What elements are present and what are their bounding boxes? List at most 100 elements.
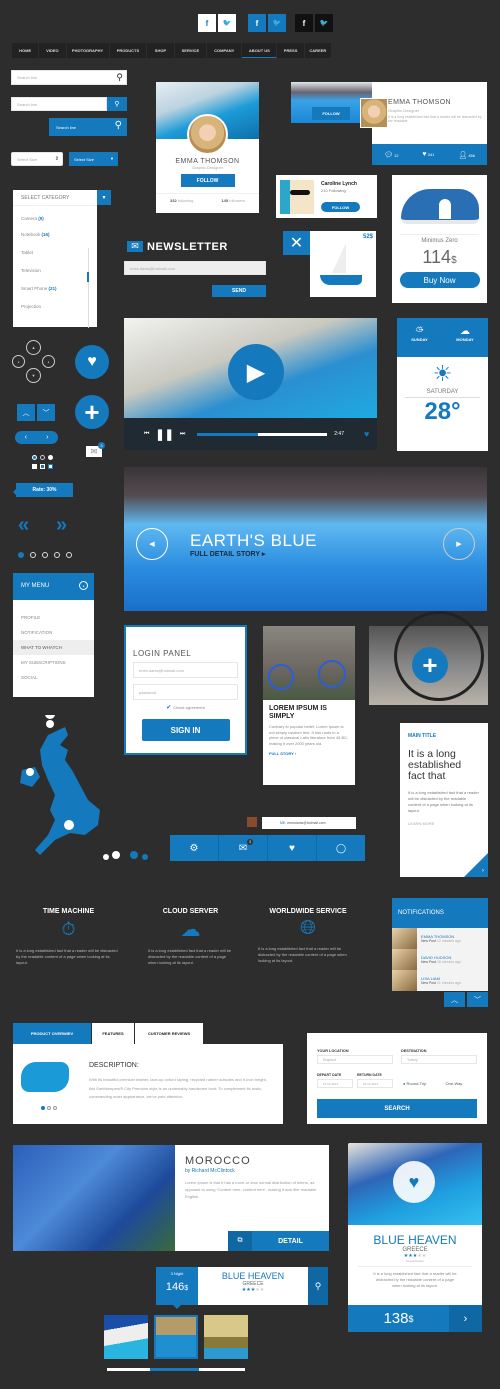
follow-button[interactable]: FOLLOW <box>321 202 360 212</box>
search-input-3[interactable]: Search line ⚲ <box>49 118 127 136</box>
favorite-button[interactable]: ♥ <box>268 835 317 861</box>
notif-up-button[interactable]: ︿ <box>444 992 465 1007</box>
checkbox[interactable] <box>32 464 37 469</box>
thumbnail-active[interactable] <box>154 1315 198 1359</box>
search-input-1[interactable]: Search line ⚲ <box>11 70 127 85</box>
newsletter-email[interactable]: enes.danis@hotmail.com <box>124 261 266 275</box>
play-button[interactable]: ▶ <box>228 344 284 400</box>
nav-about-us[interactable]: ABOUT US <box>242 43 278 58</box>
dot[interactable] <box>47 1106 51 1110</box>
thumbnail[interactable] <box>204 1315 248 1359</box>
nav-press[interactable]: PRESS <box>277 43 305 58</box>
category-item[interactable]: Tablet <box>13 244 97 262</box>
heart-icon[interactable]: ♥ <box>364 429 369 439</box>
learn-more-link[interactable]: LEARN MORE <box>408 821 480 826</box>
flight-search-button[interactable]: SEARCH <box>317 1099 477 1118</box>
password-input[interactable]: password <box>133 684 238 700</box>
double-right-icon[interactable]: » <box>56 514 67 537</box>
map-pin-icon[interactable] <box>46 720 54 728</box>
notification-item[interactable]: EMMA THOMSON New Post 12 minutes ago <box>392 928 488 949</box>
likes-button[interactable]: ♥ 341 <box>422 151 434 158</box>
comments-button[interactable]: 💬︎ 12 <box>384 151 398 159</box>
scrollbar-thumb[interactable] <box>87 272 89 282</box>
pagination-dot[interactable] <box>54 552 60 558</box>
pause-icon[interactable]: ❚❚ <box>155 428 173 441</box>
category-item[interactable]: Television <box>13 262 97 280</box>
search-button[interactable]: ⚲ <box>107 97 127 111</box>
notification-item[interactable]: DAVID HUDSON New Post 18 minutes ago <box>392 949 488 970</box>
detail-button[interactable]: DETAIL <box>252 1231 329 1251</box>
pagination-dot[interactable] <box>42 552 48 558</box>
nav-photography[interactable]: PHOTOGRAPHY <box>67 43 110 58</box>
nav-home[interactable]: HOME <box>12 43 40 58</box>
settings-button[interactable]: ⚙ <box>170 835 219 861</box>
nav-products[interactable]: PRODUCTS <box>110 43 148 58</box>
corner-arrow-button[interactable] <box>464 853 488 877</box>
search-input-2[interactable]: Search line <box>11 97 107 111</box>
radio-checked[interactable] <box>32 455 37 460</box>
map-pin-icon[interactable] <box>142 854 148 860</box>
favorite-button[interactable]: ♥ <box>393 1161 435 1203</box>
full-story-link[interactable]: FULL STORY › <box>263 749 355 758</box>
thumbnail[interactable] <box>104 1315 148 1359</box>
tab-product-overview[interactable]: PRODUCT OVERWIEV <box>13 1023 91 1044</box>
notif-down-button[interactable]: ﹀ <box>467 992 488 1007</box>
search-icon[interactable]: ⚲ <box>116 72 123 83</box>
buy-now-button[interactable]: Buy Now <box>399 272 480 288</box>
slider-next[interactable]: ▶ <box>443 528 475 560</box>
down-button[interactable]: ﹀ <box>37 404 55 421</box>
radio-check[interactable] <box>48 455 53 460</box>
close-button[interactable]: ✕ <box>283 231 310 255</box>
nav-career[interactable]: CAREER <box>305 43 332 58</box>
category-item[interactable]: Camera (9) <box>13 211 97 226</box>
map-pin-icon[interactable] <box>112 851 120 859</box>
dpad-up[interactable]: ▲ <box>26 340 41 355</box>
forecast-sunday[interactable]: ⛅︎ SUNDAY <box>411 326 428 357</box>
size-select-blue[interactable]: Select Size ▼ <box>69 152 118 166</box>
carousel-scrollbar[interactable] <box>107 1368 245 1371</box>
checkbox-checked[interactable] <box>48 464 53 469</box>
followers-button[interactable]: 👤︎ 456 <box>458 151 475 159</box>
category-dropdown[interactable]: SELECT CATEGORY Camera (9) Notebook (16)… <box>13 190 97 328</box>
category-toggle[interactable]: ▼ <box>97 190 111 205</box>
map-pin-icon[interactable] <box>45 715 55 719</box>
twitter-button-white[interactable]: 🐦 <box>218 14 236 32</box>
agreement-checkbox[interactable]: ✔ Check agreement <box>133 704 238 711</box>
search-icon[interactable]: ⚲ <box>115 120 122 131</box>
plus-button[interactable]: + <box>412 647 448 683</box>
map-pin-icon[interactable] <box>26 768 34 776</box>
chat-button[interactable]: ◯ <box>317 835 365 861</box>
category-item[interactable]: Smart Phone (21) <box>13 280 97 298</box>
menu-item-what-to-watch[interactable]: WHAT TO WHATCH <box>13 640 94 655</box>
menu-item-profile[interactable]: PROFILE <box>13 610 94 625</box>
nav-video[interactable]: VIDEO <box>39 43 67 58</box>
pagination-dot[interactable] <box>66 552 72 558</box>
twitter-button-blue[interactable]: 🐦 <box>268 14 286 32</box>
map-pin-icon[interactable] <box>130 851 138 859</box>
checkbox-filled[interactable] <box>40 464 45 469</box>
chevron-left-icon[interactable]: ‹ <box>25 434 27 441</box>
pagination-dot[interactable] <box>30 552 36 558</box>
plus-button[interactable]: + <box>75 395 109 429</box>
facebook-button-black[interactable]: f <box>295 14 313 32</box>
tab-customer-reviews[interactable]: CUSTOMER REVIEWS <box>135 1023 203 1044</box>
destination-input[interactable]: Turkey <box>401 1055 477 1064</box>
notification-item[interactable]: LISA LIAM New Post 21 minutes ago <box>392 970 488 991</box>
chevron-right-icon[interactable]: › <box>482 868 484 874</box>
up-button[interactable]: ︿ <box>17 404 35 421</box>
round-trip-radio[interactable]: ● Round-Trip <box>403 1081 426 1086</box>
follow-button[interactable]: FOLLOW <box>312 107 350 120</box>
category-item[interactable]: Notebook (16) <box>13 226 97 244</box>
dpad-right[interactable]: ● <box>42 355 55 368</box>
nav-shop[interactable]: SHOP <box>147 43 175 58</box>
nav-service[interactable]: SERVICE <box>175 43 208 58</box>
map-pin-icon[interactable] <box>103 854 109 860</box>
return-input[interactable]: 24.01.2013 <box>357 1079 393 1088</box>
scrollbar-track[interactable] <box>88 248 89 328</box>
location-input[interactable]: England <box>317 1055 393 1064</box>
map-pin-icon[interactable] <box>64 820 74 830</box>
email-input[interactable]: enes.danis@hotmail.com <box>133 662 238 678</box>
prev-icon[interactable]: ⏮ <box>144 431 149 438</box>
share-button[interactable]: ⧉ <box>228 1231 252 1251</box>
video-player[interactable]: ▶ ⏮ ❚❚ ⏭ 2:47 ♥ <box>124 318 377 450</box>
